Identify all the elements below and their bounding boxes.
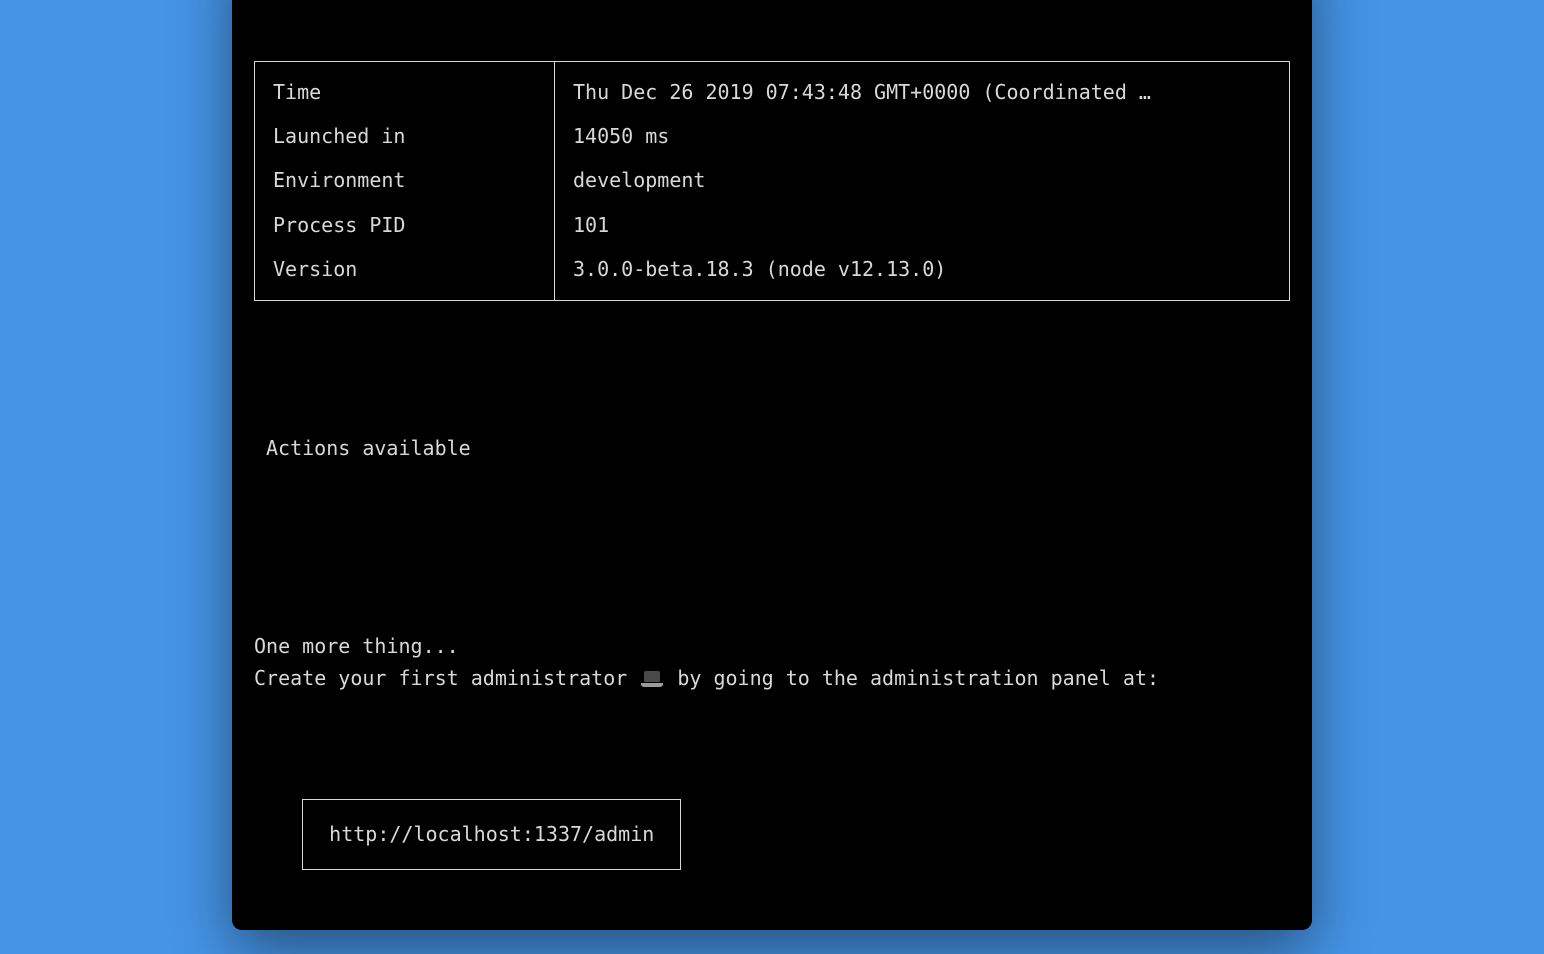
instruction-line-2-pre: Create your first administrator bbox=[254, 666, 639, 690]
actions-heading: Actions available bbox=[254, 432, 1290, 464]
terminal-output: Time Thu Dec 26 2019 07:43:48 GMT+0000 (… bbox=[232, 0, 1312, 930]
info-key: Time bbox=[255, 61, 555, 114]
instruction-line-2-post: by going to the administration panel at: bbox=[665, 666, 1159, 690]
info-key: Process PID bbox=[255, 203, 555, 247]
admin-url: http://localhost:1337/admin bbox=[329, 822, 654, 846]
info-value: 14050 ms bbox=[555, 114, 1290, 158]
terminal-window: Time Thu Dec 26 2019 07:43:48 GMT+0000 (… bbox=[232, 0, 1312, 930]
info-value: 3.0.0-beta.18.3 (node v12.13.0) bbox=[555, 247, 1290, 300]
table-row: Process PID 101 bbox=[255, 203, 1290, 247]
info-key: Launched in bbox=[255, 114, 555, 158]
info-table-body: Time Thu Dec 26 2019 07:43:48 GMT+0000 (… bbox=[255, 61, 1290, 300]
instruction-text: One more thing... Create your first admi… bbox=[254, 597, 1290, 694]
table-row: Version 3.0.0-beta.18.3 (node v12.13.0) bbox=[255, 247, 1290, 300]
info-value: development bbox=[555, 158, 1290, 202]
admin-url-box: http://localhost:1337/admin bbox=[302, 799, 681, 869]
info-value: 101 bbox=[555, 203, 1290, 247]
laptop-icon bbox=[641, 671, 663, 687]
info-key: Environment bbox=[255, 158, 555, 202]
table-row: Environment development bbox=[255, 158, 1290, 202]
table-row: Time Thu Dec 26 2019 07:43:48 GMT+0000 (… bbox=[255, 61, 1290, 114]
table-row: Launched in 14050 ms bbox=[255, 114, 1290, 158]
info-key: Version bbox=[255, 247, 555, 300]
info-table: Time Thu Dec 26 2019 07:43:48 GMT+0000 (… bbox=[254, 61, 1290, 301]
instruction-line-1: One more thing... bbox=[254, 634, 459, 658]
info-value: Thu Dec 26 2019 07:43:48 GMT+0000 (Coord… bbox=[555, 61, 1290, 114]
